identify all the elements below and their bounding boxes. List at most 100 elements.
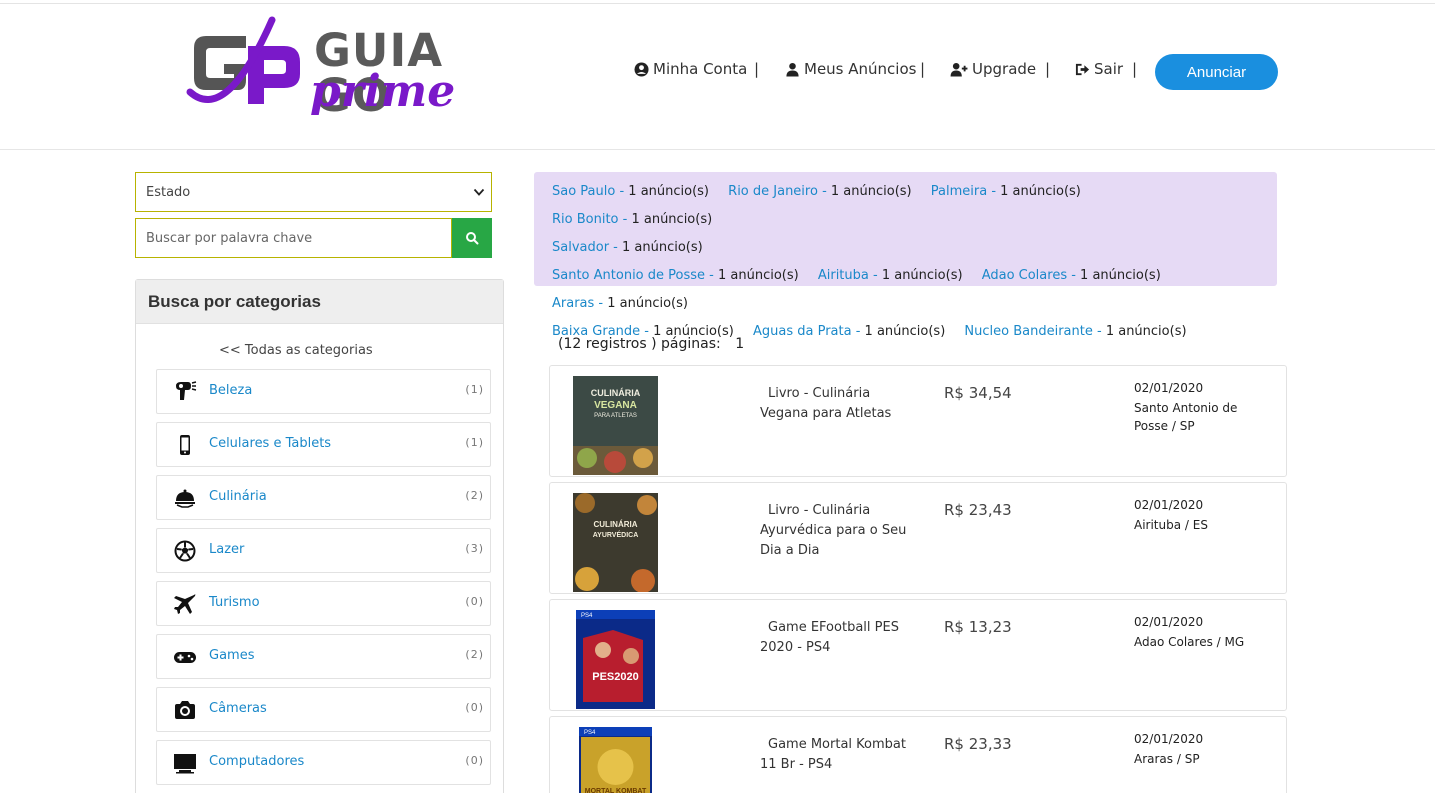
book-cover-image: CULINÁRIA AYURVÉDICA xyxy=(573,493,658,592)
nav-minha-conta[interactable]: Minha Conta xyxy=(634,60,747,78)
keyword-search-input[interactable]: Buscar por palavra chave xyxy=(135,218,452,258)
keyword-search-placeholder: Buscar por palavra chave xyxy=(146,230,313,246)
category-count: (1) xyxy=(465,436,484,449)
nav-upgrade[interactable]: Upgrade xyxy=(950,60,1036,78)
city-count: 1 anúncio(s) xyxy=(713,268,799,283)
page-link[interactable]: 1 xyxy=(735,336,744,352)
city-name: Salvador - xyxy=(552,240,618,255)
cover-title: MORTAL KOMBAT xyxy=(585,788,647,793)
city-name: Nucleo Bandeirante - xyxy=(964,324,1102,339)
city-link[interactable]: Palmeira - 1 anúncio(s) xyxy=(931,178,1081,206)
city-count: 1 anúncio(s) xyxy=(627,212,713,227)
city-link[interactable]: Araras - 1 anúncio(s) xyxy=(552,290,688,318)
ad-title[interactable]: Livro - Culinária Ayurvédica para o Seu … xyxy=(760,501,920,561)
ad-thumbnail[interactable]: PS4 PES2020 xyxy=(573,610,658,709)
ad-card[interactable]: CULINÁRIA VEGANA PARA ATLETAS Livro - Cu… xyxy=(549,365,1287,477)
all-categories-link[interactable]: << Todas as categorias xyxy=(219,343,373,358)
ad-title[interactable]: Game EFootball PES 2020 - PS4 xyxy=(760,618,920,658)
ad-title[interactable]: Livro - Culinária Vegana para Atletas xyxy=(760,384,920,424)
nav-meus-anuncios[interactable]: Meus Anúncios xyxy=(785,60,916,78)
category-item-culinaria[interactable]: Culinária (2) xyxy=(156,475,491,520)
city-count: 1 anúncio(s) xyxy=(1101,324,1187,339)
city-name: Sao Paulo - xyxy=(552,184,625,199)
city-link[interactable]: Rio Bonito - 1 anúncio(s) xyxy=(552,206,712,234)
ad-card[interactable]: PS4 PES2020 Game EFootball PES 2020 - PS… xyxy=(549,599,1287,711)
anunciar-button[interactable]: Anunciar xyxy=(1155,54,1278,90)
category-count: (2) xyxy=(465,648,484,661)
pages-label: páginas: xyxy=(661,336,721,352)
city-count: 1 anúncio(s) xyxy=(1075,268,1161,283)
city-link[interactable]: Adao Colares - 1 anúncio(s) xyxy=(982,262,1161,290)
book-cover-image: CULINÁRIA VEGANA PARA ATLETAS xyxy=(573,376,658,475)
nav-sair[interactable]: Sair xyxy=(1075,60,1123,78)
category-label: Beleza xyxy=(209,383,253,398)
cover-title: CULINÁRIA xyxy=(594,520,638,529)
ad-thumbnail[interactable]: CULINÁRIA AYURVÉDICA xyxy=(573,493,658,592)
ad-price: R$ 34,54 xyxy=(944,384,1012,402)
category-item-computadores[interactable]: Computadores (0) xyxy=(156,740,491,785)
user-plus-icon xyxy=(950,62,968,77)
city-name: Palmeira - xyxy=(930,184,997,199)
city-count: 1 anúncio(s) xyxy=(617,240,703,255)
category-item-cameras[interactable]: Câmeras (0) xyxy=(156,687,491,732)
ad-thumbnail[interactable]: CULINÁRIA VEGANA PARA ATLETAS xyxy=(573,376,658,475)
ad-price: R$ 23,33 xyxy=(944,735,1012,753)
hair-dryer-icon xyxy=(176,381,197,400)
cover-title: CULINÁRIA xyxy=(591,388,641,398)
ad-date: 02/01/2020 xyxy=(1134,498,1204,512)
nav-sair-label: Sair xyxy=(1094,60,1124,78)
city-link[interactable]: Sao Paulo - 1 anúncio(s) xyxy=(552,178,709,206)
city-link[interactable]: Santo Antonio de Posse - 1 anúncio(s) xyxy=(552,262,799,290)
game-cover-image: PS4 PES2020 xyxy=(576,610,655,709)
category-item-lazer[interactable]: Lazer (3) xyxy=(156,528,491,573)
city-link[interactable]: Salvador - 1 anúncio(s) xyxy=(552,234,703,262)
city-count: 1 anúncio(s) xyxy=(826,184,912,199)
nav-separator: | xyxy=(1132,60,1138,78)
city-count: 1 anúncio(s) xyxy=(860,324,946,339)
ad-card[interactable]: CULINÁRIA AYURVÉDICA Livro - Culinária A… xyxy=(549,482,1287,594)
city-count: 1 anúncio(s) xyxy=(603,296,688,311)
mobile-phone-icon xyxy=(180,435,190,455)
game-cover-image: PS4 MORTAL KOMBAT xyxy=(579,727,652,793)
cover-title: VEGANA xyxy=(594,400,637,411)
city-link[interactable]: Airituba - 1 anúncio(s) xyxy=(818,262,963,290)
state-select[interactable]: Estado xyxy=(135,172,492,212)
user-circle-icon xyxy=(634,61,649,77)
city-name: Rio Bonito - xyxy=(552,212,628,227)
category-count: (0) xyxy=(465,595,484,608)
airplane-icon xyxy=(174,594,196,614)
ad-date: 02/01/2020 xyxy=(1134,381,1204,395)
cover-title: AYURVÉDICA xyxy=(593,530,639,539)
city-name: Airituba - xyxy=(817,268,878,283)
ad-location: Santo Antonio de Posse / SP xyxy=(1134,401,1238,433)
nav-meus-anuncios-label: Meus Anúncios xyxy=(804,60,917,78)
category-label: Culinária xyxy=(209,489,267,504)
category-item-turismo[interactable]: Turismo (0) xyxy=(156,581,491,626)
chevron-down-icon xyxy=(473,188,485,196)
state-select-value: Estado xyxy=(146,184,191,200)
ad-card[interactable]: PS4 MORTAL KOMBAT Game Mortal Kombat 11 … xyxy=(549,716,1287,793)
city-link[interactable]: Nucleo Bandeirante - 1 anúncio(s) xyxy=(964,318,1186,346)
city-link[interactable]: Aguas da Prata - 1 anúncio(s) xyxy=(753,318,945,346)
ad-location: Adao Colares / MG xyxy=(1134,635,1245,649)
city-name: Araras - xyxy=(552,296,604,311)
nav-separator: | xyxy=(754,60,760,78)
city-filter-box: Sao Paulo - 1 anúncio(s) Rio de Janeiro … xyxy=(534,172,1277,339)
category-item-games[interactable]: Games (2) xyxy=(156,634,491,679)
records-count: (12 registros ) xyxy=(558,336,657,352)
ad-date: 02/01/2020 xyxy=(1134,615,1204,629)
site-logo[interactable]: GUIA GO prime xyxy=(186,16,526,128)
category-panel-title: Busca por categorias xyxy=(136,280,503,324)
search-icon xyxy=(466,232,479,245)
nav-minha-conta-label: Minha Conta xyxy=(653,60,748,78)
category-item-beleza[interactable]: Beleza (1) xyxy=(156,369,491,414)
city-link[interactable]: Rio de Janeiro - 1 anúncio(s) xyxy=(728,178,911,206)
ad-date: 02/01/2020 xyxy=(1134,732,1204,746)
site-header: GUIA GO prime Minha Conta | Meus Anúncio… xyxy=(0,4,1435,150)
ad-title[interactable]: Game Mortal Kombat 11 Br - PS4 xyxy=(760,735,920,775)
city-name: Adao Colares - xyxy=(981,268,1076,283)
ad-thumbnail[interactable]: PS4 MORTAL KOMBAT xyxy=(573,727,658,793)
sign-out-icon xyxy=(1075,63,1090,75)
search-button[interactable] xyxy=(452,218,492,258)
category-item-celulares[interactable]: Celulares e Tablets (1) xyxy=(156,422,491,467)
